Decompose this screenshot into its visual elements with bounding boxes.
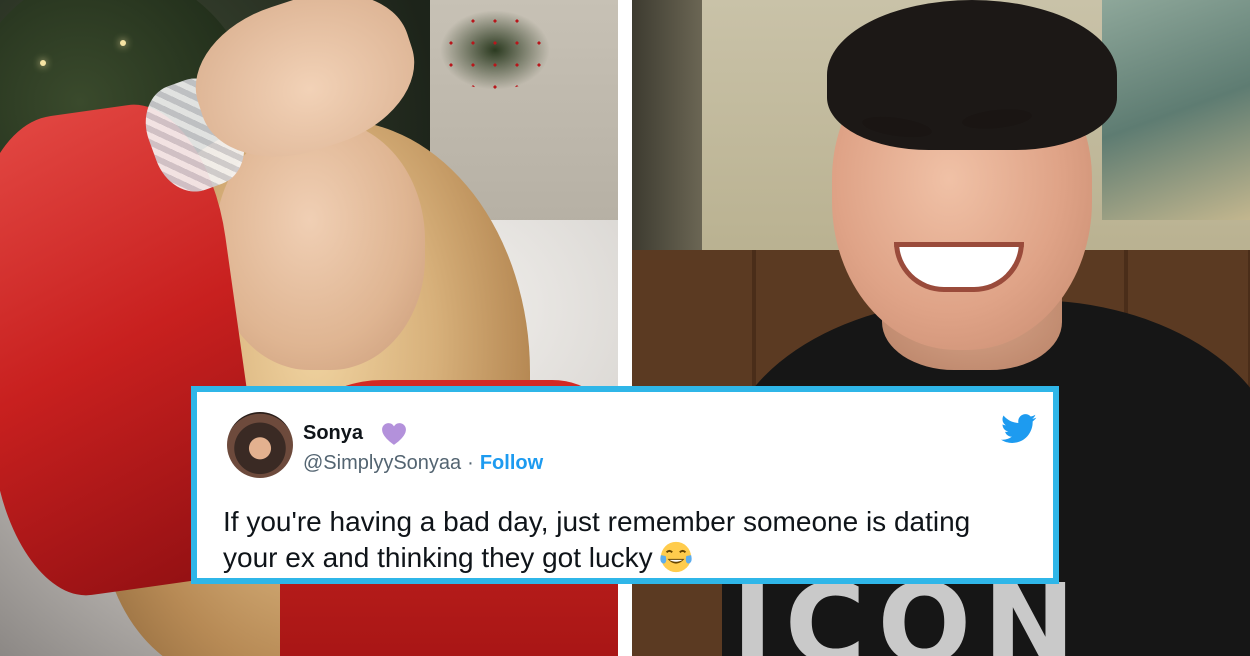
tree-light <box>120 40 126 46</box>
tree-light <box>40 60 46 66</box>
twitter-bird-icon[interactable] <box>1001 414 1037 444</box>
purple-heart-icon <box>382 423 406 445</box>
tweet-card: Sonya @SimplyySonyaa · Follow If you're ha… <box>191 386 1059 584</box>
separator-dot: · <box>467 452 474 474</box>
tweet-body: If you're having a bad day, just remembe… <box>223 506 971 573</box>
face <box>215 120 425 370</box>
follow-link[interactable]: Follow <box>480 452 543 474</box>
avatar[interactable] <box>227 412 293 478</box>
tweet-text: If you're having a bad day, just remembe… <box>223 504 1013 576</box>
holly-decoration <box>440 10 550 90</box>
wall-painting <box>1102 0 1250 220</box>
handle-row: @SimplyySonyaa · Follow <box>303 452 543 475</box>
tears-of-joy-icon <box>659 541 692 573</box>
user-handle[interactable]: @SimplyySonyaa <box>303 452 461 474</box>
display-name[interactable]: Sonya <box>303 422 363 445</box>
